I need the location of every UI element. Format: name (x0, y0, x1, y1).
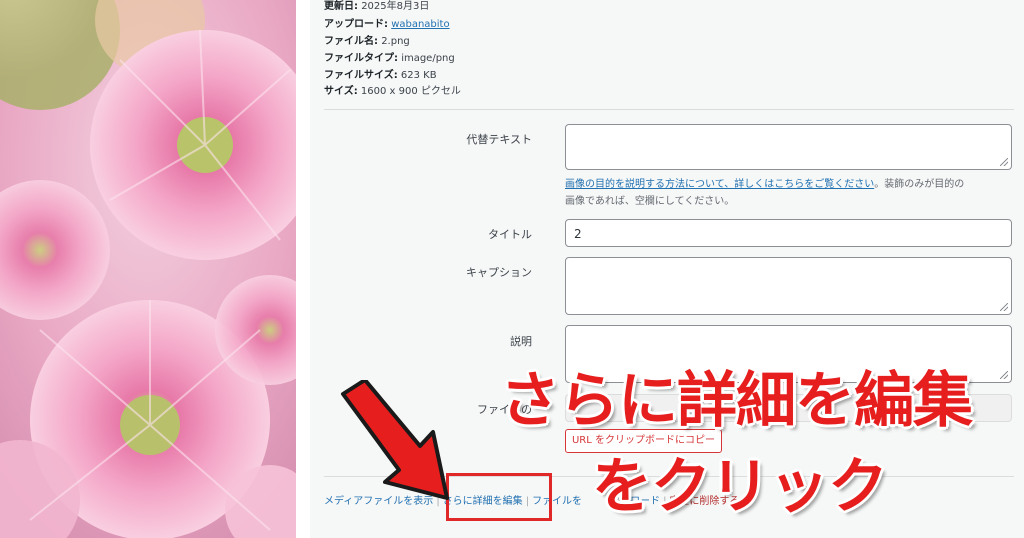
dimensions-value: 1600 x 900 ピクセル (360, 86, 461, 97)
dimensions-row: サイズ: 1600 x 900 ピクセル (324, 82, 461, 97)
uploader-label: アップロード: (324, 19, 388, 30)
overlay-caption-line2: をクリック (592, 452, 888, 522)
filesize-value: 623 KB (400, 70, 437, 81)
updated-date-label: 更新日: (324, 1, 358, 12)
alt-text-help: 画像の目的を説明する方法について、詳しくはこちらをご覧ください。装飾のみが目的の… (565, 176, 1015, 210)
resize-handle-icon[interactable] (1000, 158, 1008, 166)
dimensions-label: サイズ: (324, 86, 358, 97)
separator (324, 109, 1014, 110)
resize-handle-icon[interactable] (1000, 303, 1008, 311)
alt-text-label: 代替テキスト (466, 133, 532, 146)
updated-date-value: 2025年8月3日 (361, 1, 430, 12)
filetype-label: ファイルタイプ: (324, 53, 398, 64)
filesize-label: ファイルサイズ: (324, 70, 398, 81)
red-arrow-icon (341, 380, 449, 500)
caption-label: キャプション (466, 266, 532, 279)
title-field[interactable]: 2 (565, 219, 1012, 247)
uploader-link[interactable]: wabanabito (391, 19, 449, 30)
filename-row: ファイル名: 2.png (324, 32, 410, 47)
description-label: 説明 (510, 335, 532, 348)
title-value: 2 (574, 227, 582, 241)
alt-text-field[interactable] (565, 124, 1012, 170)
filename-value: 2.png (381, 36, 410, 47)
alt-text-help-link[interactable]: 画像の目的を説明する方法について、詳しくはこちらをご覧ください (565, 179, 874, 190)
filesize-row: ファイルサイズ: 623 KB (324, 66, 437, 81)
resize-handle-icon[interactable] (1000, 371, 1008, 379)
filename-label: ファイル名: (324, 36, 378, 47)
caption-field[interactable] (565, 257, 1012, 315)
filetype-value: image/png (401, 53, 455, 64)
flower-photo (0, 0, 296, 538)
title-label: タイトル (488, 228, 532, 241)
alt-text-help-text-2: 画像であれば、空欄にしてください。 (565, 196, 735, 207)
updated-date-row: 更新日: 2025年8月3日 (324, 0, 429, 12)
uploader-row: アップロード: wabanabito (324, 15, 450, 30)
alt-text-help-text: 。装飾のみが目的の (874, 179, 965, 190)
divider (296, 0, 310, 538)
overlay-caption-line1: さらに詳細を編集 (500, 366, 973, 436)
filetype-row: ファイルタイプ: image/png (324, 49, 455, 64)
